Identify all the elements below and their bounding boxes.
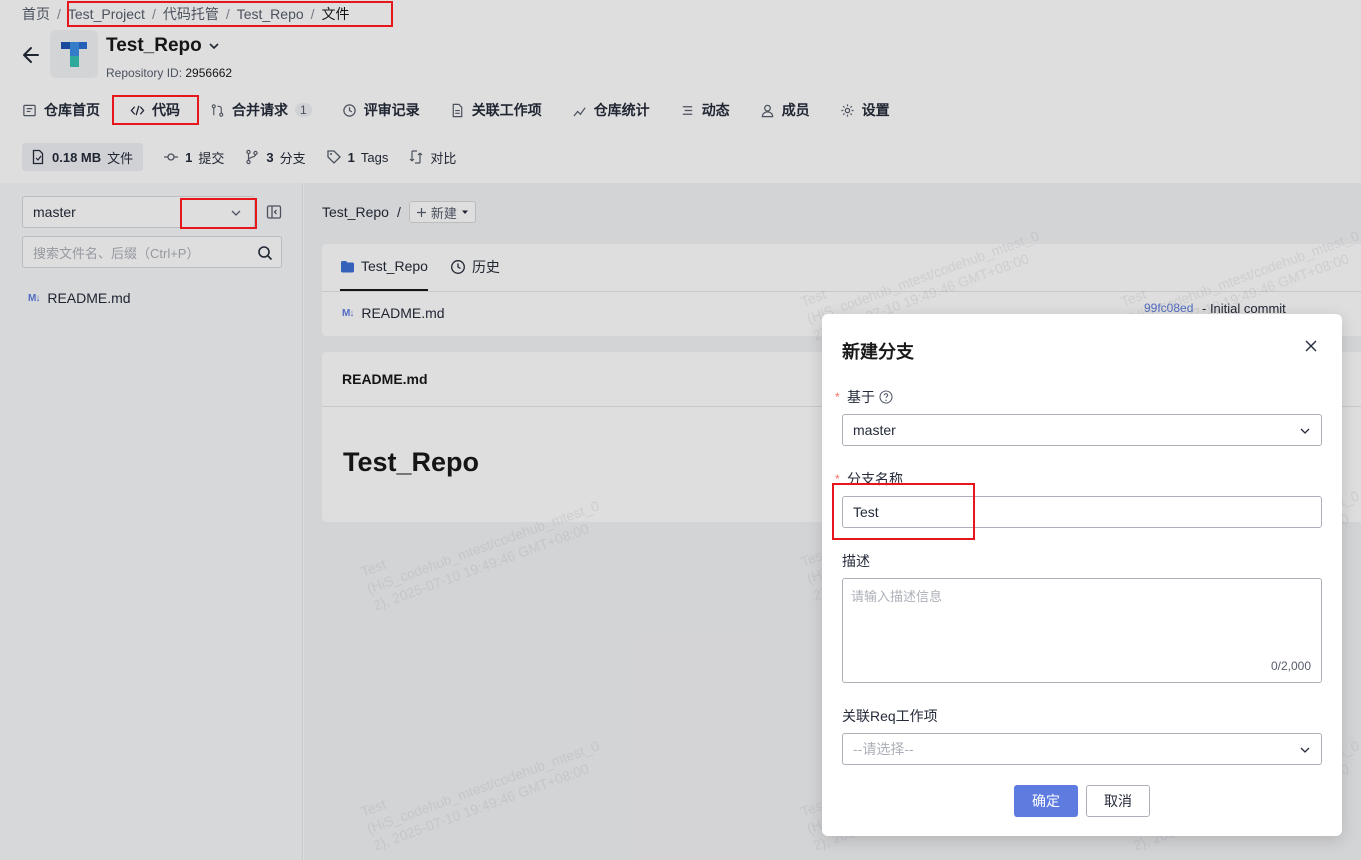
help-icon[interactable] [879,390,893,404]
branch-name-field-label: * 分支名称 [835,469,903,489]
req-workitem-label: 关联Req工作项 [842,708,938,724]
chevron-down-icon [1300,747,1310,753]
cancel-button[interactable]: 取消 [1086,785,1150,817]
dialog-title: 新建分支 [842,342,914,362]
description-placeholder: 请输入描述信息 [851,589,943,604]
chevron-down-icon [1300,428,1310,434]
branch-name-value: Test [853,504,879,520]
confirm-button[interactable]: 确定 [1014,785,1078,817]
page: 首页 / Test_Project / 代码托管 / Test_Repo / 文… [0,0,1361,860]
required-mark: * [835,390,840,404]
description-counter: 0/2,000 [1270,659,1311,673]
req-workitem-field-label: 关联Req工作项 [842,706,938,726]
base-branch-select[interactable]: master [842,414,1322,446]
new-branch-dialog: 新建分支 * 基于 master * 分支名称 Test 描述 请输入描述信息 … [822,314,1342,836]
description-field-label: 描述 [842,551,870,571]
branch-name-label: 分支名称 [847,471,903,487]
description-label: 描述 [842,553,870,569]
required-mark: * [835,472,840,486]
base-field-label: * 基于 [835,387,893,407]
base-label: 基于 [847,389,875,405]
base-branch-value: master [853,422,896,438]
description-textarea[interactable]: 请输入描述信息 0/2,000 [842,578,1322,683]
branch-name-input[interactable]: Test [842,496,1322,528]
req-workitem-select[interactable]: --请选择-- [842,733,1322,765]
close-icon[interactable] [1303,338,1319,354]
req-workitem-placeholder: --请选择-- [853,741,914,757]
